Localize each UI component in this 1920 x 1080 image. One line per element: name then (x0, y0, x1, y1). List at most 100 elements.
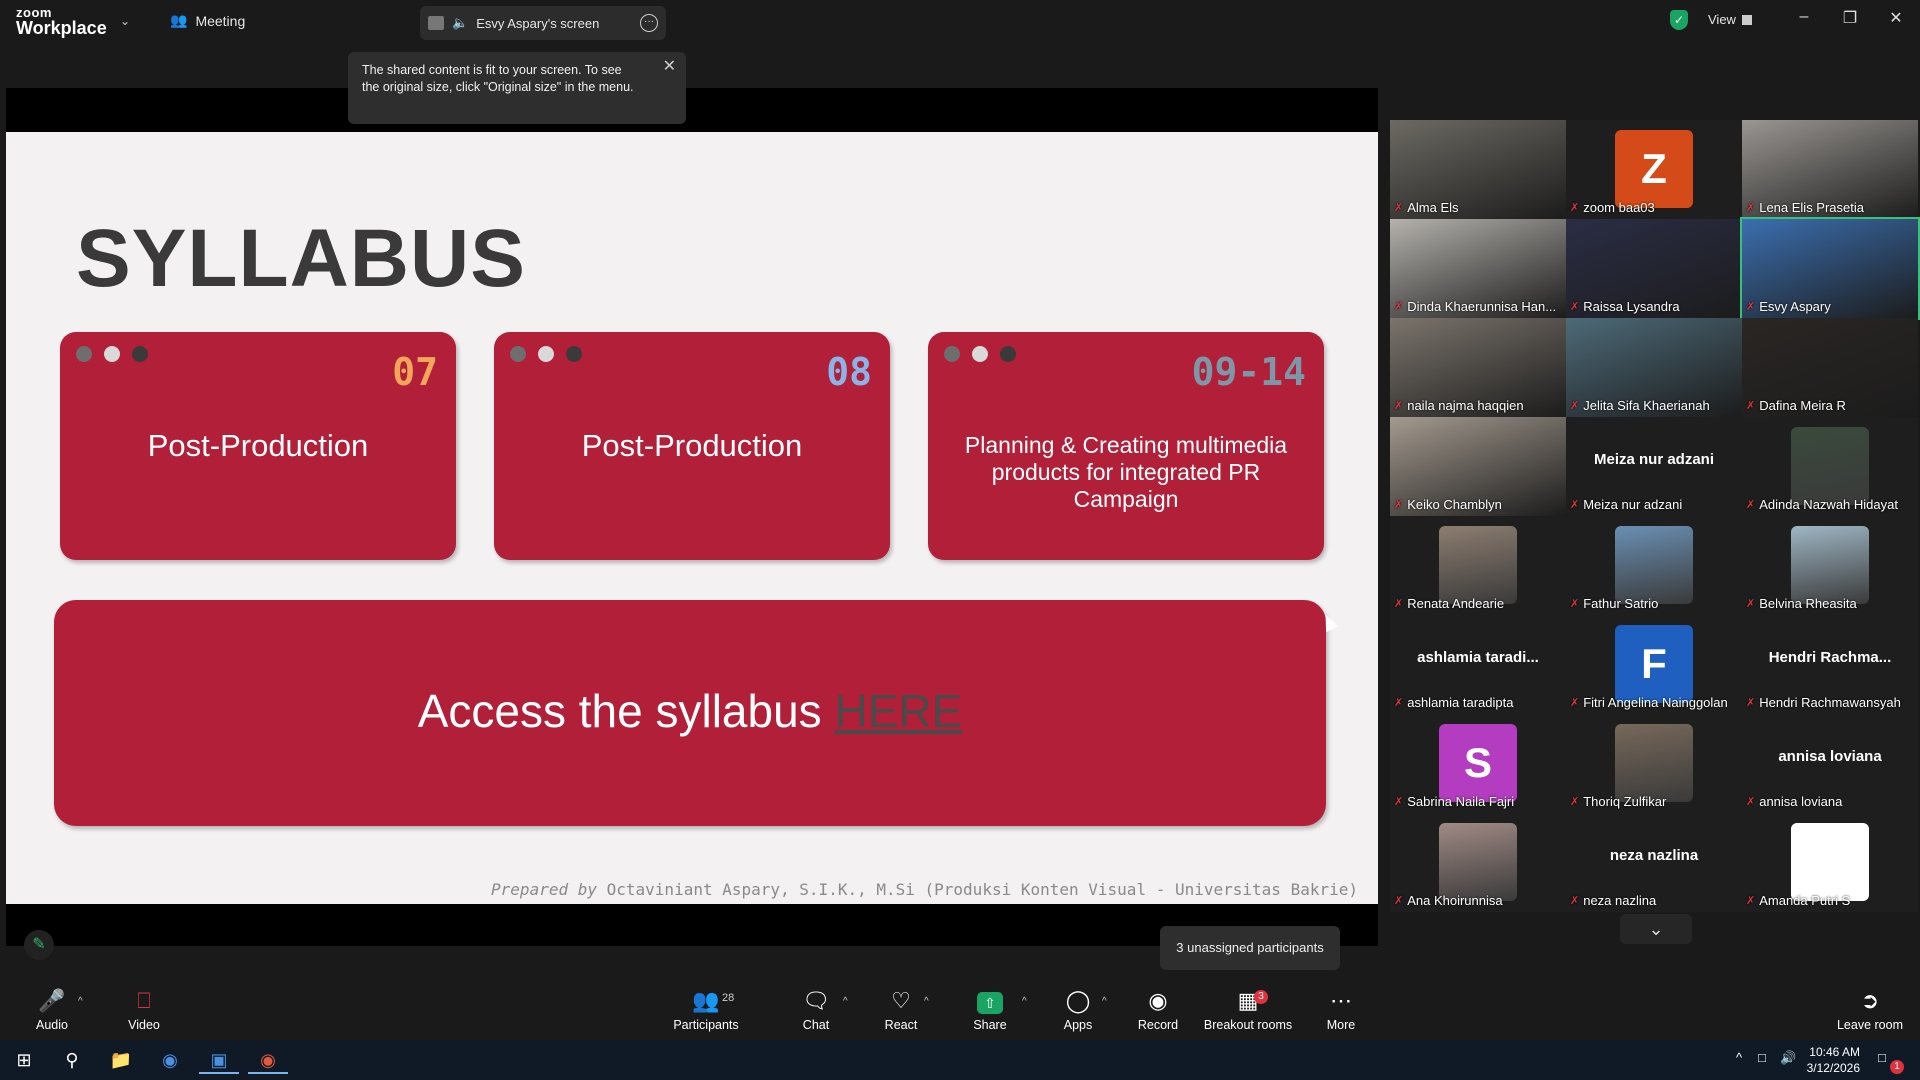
breakout-rooms-button[interactable]: ▦ Breakout rooms (1198, 988, 1298, 1032)
restore-icon[interactable]: ❐ (1838, 8, 1862, 28)
participant-name: Dafina Meira R (1759, 398, 1846, 413)
record-button[interactable]: ◉ Record (1113, 988, 1203, 1032)
view-button[interactable]: View (1708, 12, 1752, 27)
windows-start-icon[interactable]: ⊞ (4, 1046, 44, 1074)
video-button[interactable]: ⎕ Video (99, 988, 189, 1032)
participant-tile[interactable]: ✗ Jelita Sifa Khaerianah (1566, 318, 1742, 417)
annotate-pencil-icon[interactable]: ✎ (24, 930, 54, 960)
caret-up-icon[interactable]: ^ (924, 996, 929, 1007)
participant-tile[interactable]: ✗ Fathur Satrio (1566, 516, 1742, 615)
participant-tile[interactable]: F ✗ Fitri Angelina Nainggolan (1566, 615, 1742, 714)
react-button[interactable]: ♡ React (856, 988, 946, 1032)
participant-tile[interactable]: ✗ Ana Khoirunnisa (1390, 813, 1566, 912)
participant-display-name: neza nazlina (1609, 847, 1699, 864)
shared-screen-label: Esvy Aspary's screen (476, 15, 600, 31)
participant-name-tag: ✗ Amanda Putri S (1746, 893, 1850, 908)
participant-tile[interactable]: Meiza nur adzani ✗ Meiza nur adzani (1566, 417, 1742, 516)
file-explorer-icon[interactable]: 📁 (101, 1046, 141, 1074)
participant-tile[interactable]: ✗ Renata Andearie (1390, 516, 1566, 615)
access-syllabus-box: Access the syllabus HERE (54, 600, 1326, 826)
participant-tile[interactable]: ✗ Keiko Chamblyn (1390, 417, 1566, 516)
leave-room-button[interactable]: ➲ Leave room (1822, 988, 1918, 1032)
breakout-rooms-label: Breakout rooms (1203, 1018, 1293, 1032)
close-icon[interactable]: ✕ (663, 58, 676, 75)
meeting-label: Meeting (195, 12, 246, 29)
notice-text: The shared content is fit to your screen… (362, 63, 634, 94)
microphone-muted-icon: ✗ (1746, 598, 1756, 610)
caret-up-icon[interactable]: ^ (1022, 996, 1027, 1007)
record-label: Record (1137, 1018, 1179, 1032)
shield-check-icon[interactable]: ✓ (1670, 10, 1688, 30)
participant-name-tag: ✗ ashlamia taradipta (1394, 695, 1513, 710)
participant-tile[interactable]: ✗ Amanda Putri S (1742, 813, 1918, 912)
tray-chevron-icon[interactable]: ^ (1736, 1050, 1742, 1065)
more-icon: ⋯ (1330, 988, 1352, 1013)
participant-name-tag: ✗ Meiza nur adzani (1570, 497, 1682, 512)
microphone-muted-icon: ✗ (1746, 301, 1756, 313)
participant-tile[interactable]: ✗ Thoriq Zulfikar (1566, 714, 1742, 813)
meeting-menu-button[interactable]: 👥 Meeting (170, 12, 245, 29)
syllabus-link[interactable]: HERE (834, 685, 962, 737)
participant-tile[interactable]: ✗ naila najma haqqien (1390, 318, 1566, 417)
participant-name: Meiza nur adzani (1583, 497, 1683, 512)
participant-name-tag: ✗ Lena Elis Prasetia (1746, 200, 1864, 215)
apps-button[interactable]: ◯ Apps (1033, 988, 1123, 1032)
audio-button[interactable]: 🎤 Audio (7, 988, 97, 1032)
notification-icon[interactable]: □ (1878, 1050, 1886, 1065)
caret-up-icon[interactable]: ^ (1102, 996, 1107, 1007)
heart-icon: ♡ (891, 988, 911, 1013)
chrome-icon[interactable]: ◉ (150, 1046, 190, 1074)
participant-tile[interactable]: ✗ Raissa Lysandra (1566, 219, 1742, 318)
zoom-app-icon[interactable]: ▣ (199, 1046, 239, 1074)
chevron-down-icon[interactable]: ⌄ (1620, 914, 1692, 944)
participant-tile[interactable]: neza nazlina ✗ neza nazlina (1566, 813, 1742, 912)
user-thumbnail-icon (428, 16, 444, 30)
participant-tile[interactable]: ✗ Esvy Aspary (1740, 217, 1920, 320)
fit-to-screen-notice: The shared content is fit to your screen… (348, 52, 686, 124)
participants-button[interactable]: 👥 Participants (661, 988, 751, 1032)
microphone-muted-icon: ✗ (1746, 697, 1756, 709)
microphone-muted-icon: ✗ (1394, 202, 1404, 214)
participant-tile[interactable]: ✗ Belvina Rheasita (1742, 516, 1918, 615)
microphone-muted-icon: ✗ (1570, 697, 1580, 709)
chat-button[interactable]: 🗨 Chat (771, 988, 861, 1032)
participant-tile[interactable]: Z ✗ zoom baa03 (1566, 120, 1742, 219)
participant-tile[interactable]: ✗ Dinda Khaerunnisa Han... (1390, 219, 1566, 318)
chrome-window-icon[interactable]: ◉ (248, 1046, 288, 1074)
participant-name: neza nazlina (1583, 893, 1657, 908)
more-button[interactable]: ⋯ More (1296, 988, 1386, 1032)
participant-tile[interactable]: ✗ Lena Elis Prasetia (1742, 120, 1918, 219)
syllabus-card-1: 07 Post-Production (60, 332, 456, 560)
share-button[interactable]: ⇧ Share (945, 988, 1035, 1032)
search-icon[interactable]: ⚲ (52, 1046, 92, 1074)
participant-tile[interactable]: S ✗ Sabrina Naila Fajri (1390, 714, 1566, 813)
close-icon[interactable]: ✕ (1884, 8, 1908, 28)
participant-tile[interactable]: Hendri Rachma... ✗ Hendri Rachmawansyah (1742, 615, 1918, 714)
clock-date: 3/12/2026 (1806, 1061, 1860, 1075)
participant-tile[interactable]: ✗ Adinda Nazwah Hidayat (1742, 417, 1918, 516)
participant-avatar: S (1439, 724, 1517, 802)
participant-tile[interactable]: ✗ Alma Els (1390, 120, 1566, 219)
participant-name: zoom baa03 (1583, 200, 1655, 215)
microphone-muted-icon: ✗ (1394, 895, 1404, 907)
microphone-muted-icon: ✗ (1570, 598, 1580, 610)
participant-tile[interactable]: ashlamia taradi... ✗ ashlamia taradipta (1390, 615, 1566, 714)
participant-name: naila najma haqqien (1407, 398, 1524, 413)
volume-icon[interactable]: 🔊 (1780, 1050, 1796, 1066)
participant-tile[interactable]: ✗ Dafina Meira R (1742, 318, 1918, 417)
more-options-icon[interactable]: ··· (640, 14, 658, 32)
prepared-by-author: Octaviniant Aspary, S.I.K., M.Si (Produk… (597, 880, 1358, 899)
network-icon[interactable]: □ (1758, 1050, 1766, 1065)
minimize-icon[interactable]: – (1792, 8, 1816, 26)
participant-name: Ana Khoirunnisa (1407, 893, 1503, 908)
caret-up-icon[interactable]: ^ (78, 996, 83, 1007)
shared-screen-tab[interactable]: 🔈 Esvy Aspary's screen ··· (420, 6, 666, 40)
chevron-down-icon[interactable]: ⌄ (120, 14, 130, 28)
system-clock[interactable]: 10:46 AM 3/12/2026 (1807, 1044, 1860, 1076)
prepared-by-label: Prepared by (491, 880, 597, 899)
participant-tile[interactable]: annisa loviana ✗ annisa loviana (1742, 714, 1918, 813)
speaker-icon: 🔈 (452, 15, 469, 30)
participants-icon: 👥 (692, 988, 720, 1013)
meeting-toolbar: 🎤 Audio ^ ⎕ Video 👥 Participants 28 ^ 🗨 … (0, 980, 1920, 1040)
microphone-muted-icon: ✗ (1570, 400, 1580, 412)
